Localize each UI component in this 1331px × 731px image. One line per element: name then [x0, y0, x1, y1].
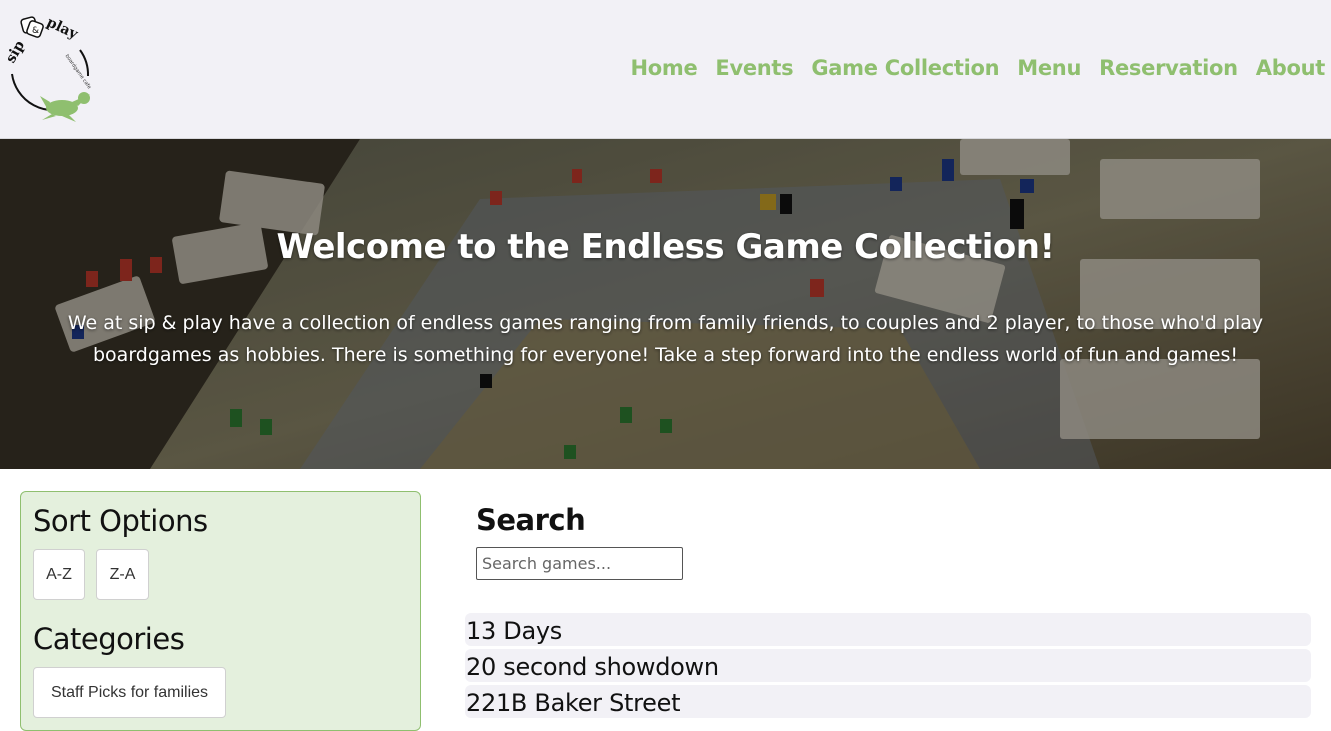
- category-staff-picks-families-button[interactable]: Staff Picks for families: [33, 667, 226, 718]
- site-header: & sip play boardgame cafe Home Events Ga…: [0, 0, 1331, 139]
- sip-and-play-logo[interactable]: & sip play boardgame cafe: [2, 14, 102, 126]
- svg-text:&: &: [32, 26, 39, 36]
- game-list: 13 Days 20 second showdown 221B Baker St…: [465, 613, 1311, 721]
- hero-description: We at sip & play have a collection of en…: [67, 312, 1264, 366]
- hero-background-image: [0, 139, 1331, 469]
- sort-z-a-button[interactable]: Z-A: [96, 549, 149, 600]
- game-list-item[interactable]: 221B Baker Street: [465, 685, 1311, 718]
- nav-events[interactable]: Events: [715, 56, 793, 80]
- nav-reservation[interactable]: Reservation: [1099, 56, 1238, 80]
- search-heading: Search: [476, 503, 586, 537]
- game-list-item[interactable]: 13 Days: [465, 613, 1311, 646]
- main-nav: Home Events Game Collection Menu Reserva…: [612, 56, 1325, 80]
- search-input[interactable]: [476, 547, 683, 580]
- sort-options-heading: Sort Options: [33, 504, 208, 538]
- categories-heading: Categories: [33, 622, 185, 656]
- svg-text:sip: sip: [3, 38, 28, 66]
- hero-title: Welcome to the Endless Game Collection!: [276, 227, 1055, 267]
- game-list-item[interactable]: 20 second showdown: [465, 649, 1311, 682]
- sort-a-z-button[interactable]: A-Z: [33, 549, 85, 600]
- svg-text:play: play: [44, 14, 81, 43]
- nav-home[interactable]: Home: [630, 56, 697, 80]
- nav-menu[interactable]: Menu: [1017, 56, 1081, 80]
- hero-banner: Welcome to the Endless Game Collection! …: [0, 139, 1331, 469]
- filter-sidebar: Sort Options A-Z Z-A Categories Staff Pi…: [20, 491, 421, 731]
- nav-about[interactable]: About: [1256, 56, 1326, 80]
- nav-game-collection[interactable]: Game Collection: [811, 56, 999, 80]
- logo-icon: & sip play boardgame cafe: [3, 14, 92, 122]
